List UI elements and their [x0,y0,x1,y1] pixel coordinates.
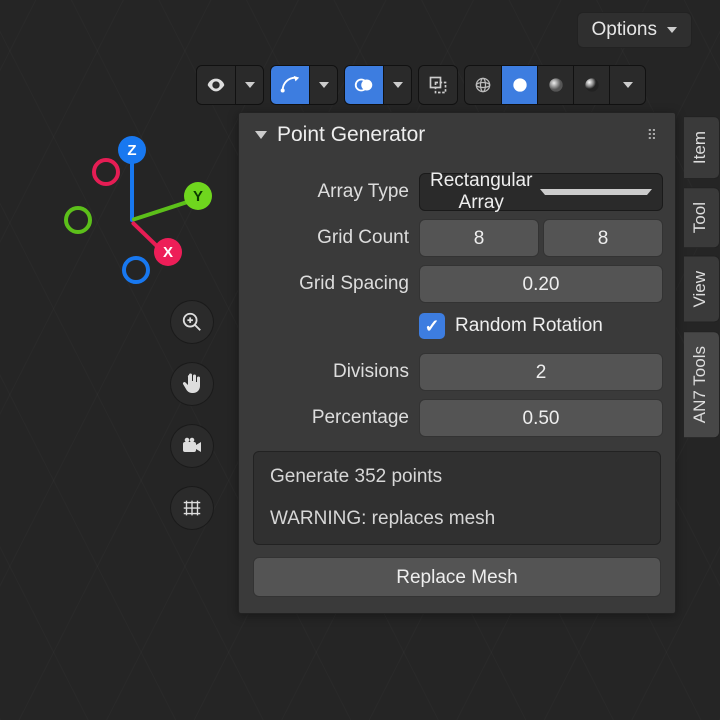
orientation-gizmo[interactable]: Z Y X [60,130,220,310]
percentage-field[interactable]: 0.50 [419,399,663,437]
array-type-select[interactable]: Rectangular Array [419,173,663,211]
gizmo-toggle-group [270,65,338,105]
shading-wireframe[interactable] [465,66,501,104]
visibility-group [196,65,264,105]
tab-tool[interactable]: Tool [684,187,720,248]
tab-an7-tools[interactable]: AN7 Tools [684,331,720,438]
zoom-button[interactable] [170,300,214,344]
random-rotation-checkbox[interactable]: ✓ [419,313,445,339]
shading-rendered[interactable] [573,66,609,104]
random-rotation-row: ✓ Random Rotation [251,313,663,339]
random-rotation-label: Random Rotation [455,315,603,337]
overlay-toggle-button[interactable] [345,66,383,104]
solid-sphere-icon [510,75,530,95]
magnifier-plus-icon [181,311,203,333]
point-generator-panel: Point Generator Array Type Rectangular A… [238,112,676,614]
rendered-sphere-icon [582,75,602,95]
header-toolbar [196,64,696,106]
grid-spacing-row: Grid Spacing 0.20 [251,265,663,303]
grid-count-label: Grid Count [251,227,409,249]
chevron-down-icon [540,189,652,195]
replace-mesh-button[interactable]: Replace Mesh [253,557,661,597]
overlay-dropdown[interactable] [383,66,411,104]
side-tabs: Item Tool View AN7 Tools [684,116,720,438]
array-type-row: Array Type Rectangular Array [251,173,663,211]
visibility-button[interactable] [197,66,235,104]
overlap-circles-icon [353,74,375,96]
gizmo-z-ball[interactable]: Z [118,136,146,164]
camera-icon [180,434,204,458]
shading-group [464,65,646,105]
info-box: Generate 352 points WARNING: replaces me… [253,451,661,545]
gizmo-neg-x[interactable] [92,158,120,186]
camera-button[interactable] [170,424,214,468]
grid-count-y-field[interactable]: 8 [543,219,663,257]
panel-header[interactable]: Point Generator [239,113,675,157]
panel-grip-icon[interactable] [647,127,659,144]
xray-button[interactable] [419,66,457,104]
viewport-side-icons [170,300,214,530]
gizmo-y-axis [131,199,191,222]
shading-material[interactable] [537,66,573,104]
gizmo-toggle-button[interactable] [271,66,309,104]
chevron-down-icon [319,82,329,88]
panel-title: Point Generator [277,123,425,147]
chevron-down-icon [245,82,255,88]
chevron-down-icon [667,27,677,33]
material-sphere-icon [546,75,566,95]
grid-count-x-field[interactable]: 8 [419,219,539,257]
percentage-label: Percentage [251,407,409,429]
options-label: Options [592,19,657,41]
perspective-button[interactable] [170,486,214,530]
tab-item[interactable]: Item [684,116,720,179]
gizmo-neg-z[interactable] [122,256,150,284]
tab-view[interactable]: View [684,256,720,323]
array-type-value: Rectangular Array [430,170,532,214]
info-generate-line: Generate 352 points [270,466,644,488]
wire-sphere-icon [473,75,493,95]
array-type-label: Array Type [251,181,409,203]
arrow-arc-icon [279,74,301,96]
percentage-row: Percentage 0.50 [251,399,663,437]
overlay-group [344,65,412,105]
shading-dropdown[interactable] [609,66,645,104]
info-warning-line: WARNING: replaces mesh [270,508,644,530]
pan-button[interactable] [170,362,214,406]
eye-icon [205,74,227,96]
chevron-down-icon [623,82,633,88]
xray-group [418,65,458,105]
panel-body: Array Type Rectangular Array Grid Count … [239,157,675,613]
shading-solid[interactable] [501,66,537,104]
xray-icon [428,75,448,95]
grid-icon [181,497,203,519]
gizmo-dropdown[interactable] [309,66,337,104]
grid-spacing-label: Grid Spacing [251,273,409,295]
gizmo-y-ball[interactable]: Y [184,182,212,210]
divisions-label: Divisions [251,361,409,383]
divisions-field[interactable]: 2 [419,353,663,391]
gizmo-x-ball[interactable]: X [154,238,182,266]
disclosure-triangle-icon [255,131,267,139]
grid-count-row: Grid Count 8 8 [251,219,663,257]
hand-icon [180,372,204,396]
visibility-dropdown[interactable] [235,66,263,104]
chevron-down-icon [393,82,403,88]
gizmo-neg-y[interactable] [64,206,92,234]
options-dropdown[interactable]: Options [577,12,692,48]
grid-spacing-field[interactable]: 0.20 [419,265,663,303]
divisions-row: Divisions 2 [251,353,663,391]
